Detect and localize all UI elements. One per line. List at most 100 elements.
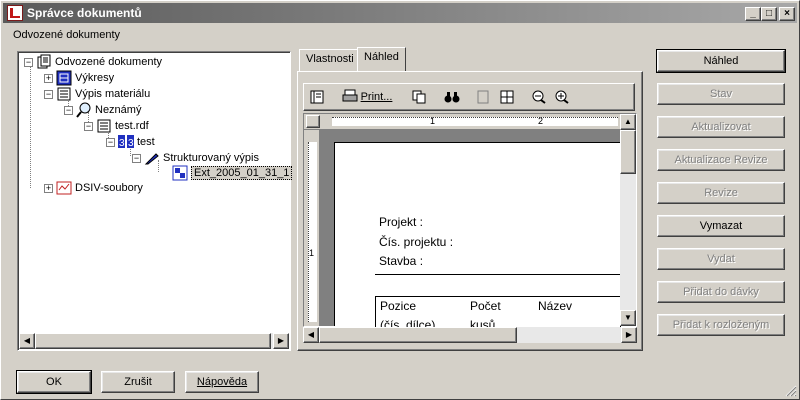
tree-item-label: Ext_2005_01_31_1 xyxy=(191,166,293,180)
svg-text:3: 3 xyxy=(128,138,134,149)
tree-item-strukturovany[interactable]: − Strukturovaný výpis xyxy=(132,150,259,166)
scroll-down-icon[interactable]: ▼ xyxy=(620,310,636,326)
col-nazev: Název xyxy=(538,299,573,313)
tree-item-testrdf[interactable]: − test.rdf xyxy=(84,118,149,134)
help-button[interactable]: Nápověda xyxy=(185,371,259,393)
scroll-thumb[interactable] xyxy=(319,327,517,343)
dialog-window: Správce dokumentů _ □ × Odvozené dokumen… xyxy=(0,0,800,400)
stav-button[interactable]: Stav xyxy=(657,83,785,105)
cancel-button[interactable]: Zrušit xyxy=(101,371,175,393)
scroll-right-icon[interactable]: ▶ xyxy=(273,333,289,349)
close-button[interactable]: × xyxy=(779,7,795,21)
preview-page: Projekt : Čís. projektu : Stavba : Pozic… xyxy=(334,142,621,336)
tab-nahled[interactable]: Náhled xyxy=(357,47,406,71)
projekt-label: Projekt : xyxy=(379,215,424,229)
revize-button[interactable]: Revize xyxy=(657,182,785,204)
minimize-button[interactable]: _ xyxy=(745,7,761,21)
print-button[interactable]: Print... xyxy=(337,87,397,107)
scroll-thumb[interactable] xyxy=(620,130,636,174)
app-icon xyxy=(7,5,23,21)
expand-icon[interactable]: + xyxy=(44,183,53,193)
tree-line xyxy=(30,66,31,188)
layout-icon[interactable] xyxy=(307,87,327,107)
vymazat-button[interactable]: Vymazat xyxy=(657,215,785,237)
document-tree[interactable]: − Odvozené dokumenty + Výkresy − Výpis m… xyxy=(17,51,293,351)
printer-icon xyxy=(342,89,358,106)
ruler-scale: 1 2 xyxy=(332,117,618,126)
tree-hscrollbar[interactable]: ◀ ▶ xyxy=(19,333,289,349)
collapse-icon[interactable]: − xyxy=(132,153,141,163)
collapse-icon[interactable]: − xyxy=(106,137,115,147)
preview-hscrollbar[interactable]: ◀ ▶ xyxy=(303,327,637,343)
ok-button[interactable]: OK xyxy=(16,370,92,394)
col-pozice: Pozice xyxy=(380,299,417,313)
copy-icon[interactable] xyxy=(409,87,429,107)
print-label: Print... xyxy=(360,91,393,103)
ruler-scale-vertical: 1 xyxy=(308,142,317,322)
tree-item-label: Odvozené dokumenty xyxy=(55,56,163,68)
zoom-out-icon[interactable] xyxy=(529,87,549,107)
tree-item-label: DSIV-soubory xyxy=(75,182,143,194)
aktualizace-revize-button[interactable]: Aktualizace Revize xyxy=(657,149,785,171)
tree-item-vypis[interactable]: − Výpis materiálu xyxy=(44,86,150,102)
drawings-icon xyxy=(56,70,72,86)
tree-item-neznamy[interactable]: − Neznámý xyxy=(64,102,141,118)
pridat-do-davky-button[interactable]: Přidat do dávky xyxy=(657,281,785,303)
scroll-right-icon[interactable]: ▶ xyxy=(621,327,637,343)
tree-item-label: Výpis materiálu xyxy=(75,88,151,100)
ruler-corner xyxy=(306,115,320,128)
documents-icon xyxy=(36,54,52,70)
tree-item-vykresy[interactable]: + Výkresy xyxy=(44,70,114,86)
tree-item-label: test.rdf xyxy=(115,120,149,132)
svg-text:3: 3 xyxy=(119,138,125,149)
multi-page-icon[interactable] xyxy=(497,87,517,107)
numbered-icon: 33 xyxy=(118,134,134,150)
tree-item-ext[interactable]: Ext_2005_01_31_1 xyxy=(172,165,293,181)
maximize-button[interactable]: □ xyxy=(761,7,777,21)
dsiv-icon xyxy=(56,180,72,196)
col-pocet: Počet xyxy=(470,299,501,313)
tree-item-test[interactable]: − 33 test xyxy=(106,134,155,150)
collapse-icon[interactable]: − xyxy=(64,105,73,115)
preview-area[interactable]: 1 2 1 Projekt : Čís. projektu : Stavba :… xyxy=(303,113,637,336)
tab-vlastnosti[interactable]: Vlastnosti xyxy=(299,49,361,71)
tree-item-label: test xyxy=(137,136,155,148)
zoom-in-icon[interactable] xyxy=(552,87,572,107)
vertical-ruler: 1 xyxy=(304,130,320,326)
cislo-projektu-label: Čís. projektu : xyxy=(379,235,454,249)
vydat-button[interactable]: Vydat xyxy=(657,248,785,270)
list-icon xyxy=(96,118,112,134)
tree-item-label: Neznámý xyxy=(95,104,142,116)
scroll-left-icon[interactable]: ◀ xyxy=(19,333,35,349)
resize-grip-icon[interactable] xyxy=(783,383,797,397)
scroll-left-icon[interactable]: ◀ xyxy=(303,327,319,343)
expand-icon[interactable]: + xyxy=(44,73,53,83)
stavba-label: Stavba : xyxy=(379,254,424,268)
collapse-icon[interactable]: − xyxy=(84,121,93,131)
title-bar[interactable]: Správce dokumentů _ □ × xyxy=(3,3,797,23)
tree-item-root[interactable]: − Odvozené dokumenty xyxy=(24,54,162,70)
window-title: Správce dokumentů xyxy=(27,6,142,20)
structure-icon xyxy=(144,150,160,166)
magnifier-icon xyxy=(76,102,92,118)
collapse-icon[interactable]: − xyxy=(24,57,33,67)
scroll-thumb[interactable] xyxy=(35,333,271,349)
scroll-up-icon[interactable]: ▲ xyxy=(620,114,636,130)
single-page-icon[interactable] xyxy=(473,87,493,107)
export-file-icon xyxy=(172,165,188,181)
tree-item-dsiv[interactable]: + DSIV-soubory xyxy=(44,180,143,196)
horizontal-ruler: 1 2 xyxy=(304,114,620,130)
ruler-mark: 1 xyxy=(430,116,436,126)
collapse-icon[interactable]: − xyxy=(44,89,53,99)
aktualizovat-button[interactable]: Aktualizovat xyxy=(657,116,785,138)
tree-label: Odvozené dokumenty xyxy=(13,29,121,41)
divider xyxy=(375,274,621,275)
binoculars-icon[interactable] xyxy=(441,87,463,107)
nahled-button[interactable]: Náhled xyxy=(656,49,786,73)
pridat-k-rozlozenym-button[interactable]: Přidat k rozloženým xyxy=(657,314,785,336)
list-icon xyxy=(56,86,72,102)
preview-vscrollbar[interactable]: ▲ ▼ xyxy=(620,114,636,326)
ruler-mark: 1 xyxy=(309,248,315,258)
tree-item-label: Strukturovaný výpis xyxy=(163,152,259,164)
ruler-mark: 2 xyxy=(538,116,544,126)
